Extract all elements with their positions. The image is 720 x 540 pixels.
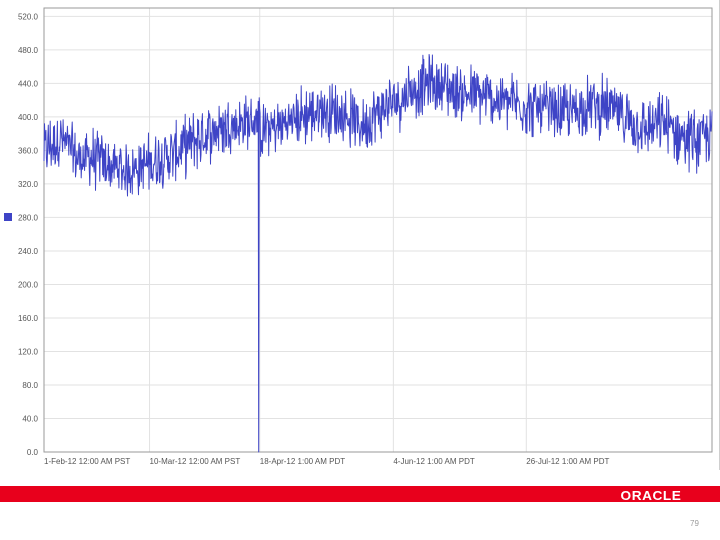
x-tick-label: 10-Mar-12 12:00 AM PST — [150, 457, 241, 466]
y-tick-label: 40.0 — [22, 414, 38, 423]
y-tick-label: 160.0 — [18, 314, 39, 323]
y-tick-label: 240.0 — [18, 247, 39, 256]
footer-bar — [0, 486, 720, 502]
y-tick-label: 480.0 — [18, 46, 39, 55]
y-tick-label: 120.0 — [18, 347, 39, 356]
x-tick-label: 1-Feb-12 12:00 AM PST — [44, 457, 130, 466]
y-tick-label: 80.0 — [22, 381, 38, 390]
oracle-logo: ORACLE — [620, 488, 682, 503]
x-tick-label: 4-Jun-12 1:00 AM PDT — [393, 457, 474, 466]
y-tick-label: 0.0 — [27, 448, 39, 457]
y-tick-label: 200.0 — [18, 280, 39, 289]
y-tick-label: 320.0 — [18, 180, 39, 189]
series-layer — [43, 54, 713, 453]
series-line — [43, 54, 713, 453]
y-tick-label: 360.0 — [18, 146, 39, 155]
legend-swatch — [4, 213, 12, 221]
axis-layer: 0.0 40.0 80.0 120.0 160.0 200.0 240.0 280.0 320.… — [18, 7, 713, 466]
grid-layer — [43, 8, 712, 453]
y-tick-label: 400.0 — [18, 113, 39, 122]
page-number: 79 — [690, 519, 699, 528]
y-tick-label: 440.0 — [18, 79, 39, 88]
y-tick-label: 280.0 — [18, 213, 39, 222]
x-tick-label: 26-Jul-12 1:00 AM PDT — [526, 457, 609, 466]
chart-frame: 0.0 40.0 80.0 120.0 160.0 200.0 240.0 280.0 320.… — [0, 0, 720, 470]
x-tick-label: 18-Apr-12 1:00 AM PDT — [260, 457, 345, 466]
y-tick-label: 520.0 — [18, 12, 39, 21]
line-chart: 0.0 40.0 80.0 120.0 160.0 200.0 240.0 280.0 320.… — [18, 7, 713, 466]
